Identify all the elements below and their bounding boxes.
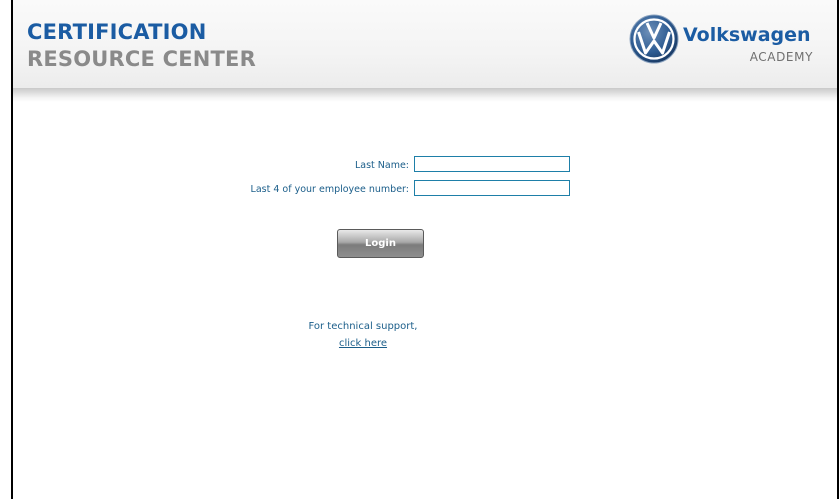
employee-number-label: Last 4 of your employee number:: [250, 184, 409, 195]
last-name-input[interactable]: [414, 156, 570, 172]
page-frame: CERTIFICATION RESOURCE CENTER Volkswagen…: [11, 0, 839, 499]
support-text: For technical support,: [308, 321, 418, 332]
vw-logo-icon: [629, 14, 679, 64]
employee-number-input[interactable]: [414, 180, 570, 196]
header-divider: [13, 88, 837, 102]
support-link[interactable]: click here: [283, 338, 443, 350]
last-name-label: Last Name:: [354, 160, 409, 171]
login-button[interactable]: Login: [337, 229, 424, 258]
brand-name: Volkswagen: [683, 24, 811, 46]
site-title-line2: RESOURCE CENTER: [27, 47, 256, 71]
site-title-line1: CERTIFICATION: [27, 20, 207, 44]
header-banner: CERTIFICATION RESOURCE CENTER Volkswagen…: [13, 0, 837, 88]
brand-subtitle: ACADEMY: [749, 50, 813, 64]
